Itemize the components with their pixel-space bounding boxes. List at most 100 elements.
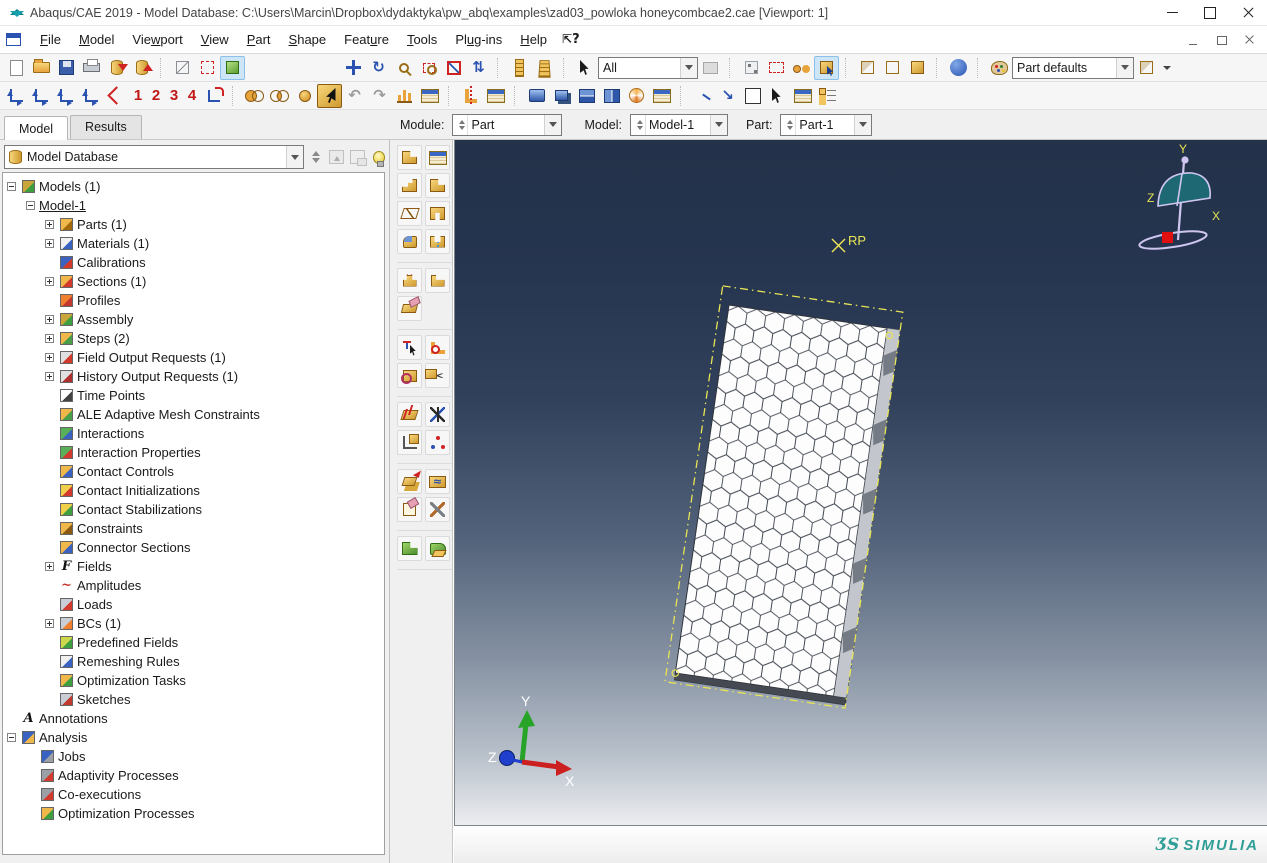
db-export-icon[interactable] bbox=[129, 56, 154, 80]
magnify-view-icon[interactable] bbox=[391, 56, 416, 80]
tree-item-optimization-processes[interactable]: Optimization Processes bbox=[3, 804, 384, 823]
partition-edge-button[interactable] bbox=[397, 469, 422, 494]
tree-item-interaction-properties[interactable]: Interaction Properties bbox=[3, 443, 384, 462]
annotation-options-icon[interactable] bbox=[815, 84, 840, 108]
menu-shape[interactable]: Shape bbox=[280, 28, 336, 51]
render-beam-profiles-icon[interactable] bbox=[507, 56, 532, 80]
combine-union-icon[interactable] bbox=[242, 84, 267, 108]
viewport-tile-vertical-icon[interactable] bbox=[599, 84, 624, 108]
viewport-close-icon[interactable] bbox=[1243, 34, 1257, 46]
tree-item-analysis[interactable]: Analysis bbox=[3, 728, 384, 747]
cube-view-wire-icon[interactable] bbox=[855, 56, 880, 80]
set-root-icon[interactable] bbox=[329, 150, 344, 164]
custom-views-icon[interactable] bbox=[201, 84, 226, 108]
module-select[interactable]: Part bbox=[452, 114, 562, 136]
probe-arrow-icon[interactable] bbox=[317, 84, 342, 108]
tree-item-annotations[interactable]: AAnnotations bbox=[3, 709, 384, 728]
dropdown-caret-icon[interactable] bbox=[1163, 66, 1171, 74]
expander-plus-icon[interactable] bbox=[45, 619, 54, 628]
solid-revolve-button[interactable] bbox=[425, 173, 450, 198]
view-iso-icon[interactable] bbox=[104, 84, 129, 108]
tree-item-steps-2[interactable]: Steps (2) bbox=[3, 329, 384, 348]
solid-cut-button[interactable] bbox=[425, 201, 450, 226]
tree-item-profiles[interactable]: Profiles bbox=[3, 291, 384, 310]
tree-item-optimization-tasks[interactable]: Optimization Tasks bbox=[3, 671, 384, 690]
expander-plus-icon[interactable] bbox=[45, 334, 54, 343]
geometry-edit-button[interactable] bbox=[397, 363, 422, 388]
tree-item-time-points[interactable]: Time Points bbox=[3, 386, 384, 405]
free-body-cut-icon[interactable] bbox=[458, 84, 483, 108]
render-shaded-icon[interactable] bbox=[220, 56, 245, 80]
delete-feature-button[interactable] bbox=[397, 296, 422, 321]
edit-vertex-button[interactable] bbox=[425, 335, 450, 360]
print-icon[interactable] bbox=[79, 56, 104, 80]
tree-item-assembly[interactable]: Assembly bbox=[3, 310, 384, 329]
create-datum-point-button[interactable] bbox=[425, 430, 450, 455]
solid-round-button[interactable] bbox=[397, 229, 422, 254]
menu-model[interactable]: Model bbox=[70, 28, 123, 51]
open-file-icon[interactable] bbox=[29, 56, 54, 80]
database-selector[interactable]: Model Database bbox=[4, 145, 304, 169]
tree-item-materials-1[interactable]: Materials (1) bbox=[3, 234, 384, 253]
annotation-manager-icon[interactable] bbox=[790, 84, 815, 108]
menu-help[interactable]: Help bbox=[511, 28, 556, 51]
tree-item-contact-initializations[interactable]: Contact Initializations bbox=[3, 481, 384, 500]
menu-tools[interactable]: Tools bbox=[398, 28, 446, 51]
tree-item-sketches[interactable]: Sketches bbox=[3, 690, 384, 709]
model-select[interactable]: Model-1 bbox=[630, 114, 728, 136]
database-dropdown-icon[interactable] bbox=[286, 146, 303, 168]
display-group-manager-icon[interactable] bbox=[417, 84, 442, 108]
apply-view-1-button[interactable]: 1 bbox=[129, 84, 147, 108]
expander-minus-icon[interactable] bbox=[7, 733, 16, 742]
context-help-icon[interactable]: ⇱? bbox=[562, 32, 580, 47]
tree-item-predefined-fields[interactable]: Predefined Fields bbox=[3, 633, 384, 652]
tab-results[interactable]: Results bbox=[70, 115, 142, 139]
viewport-system-icon[interactable] bbox=[6, 33, 21, 46]
part-spinner[interactable] bbox=[785, 115, 796, 135]
apply-view-3-button[interactable]: 3 bbox=[165, 84, 183, 108]
drag-select-rectangle-icon[interactable] bbox=[764, 56, 789, 80]
part-select[interactable]: Part-1 bbox=[780, 114, 872, 136]
text-style-icon[interactable] bbox=[740, 84, 765, 108]
expander-plus-icon[interactable] bbox=[45, 353, 54, 362]
viewport-cascade-icon[interactable] bbox=[549, 84, 574, 108]
model-spinner[interactable] bbox=[635, 115, 646, 135]
cycle-views-icon[interactable]: ⇅ bbox=[466, 56, 491, 80]
sync-viewport-icon[interactable] bbox=[350, 150, 365, 164]
render-hidden-icon[interactable] bbox=[195, 56, 220, 80]
feature-translate-button[interactable] bbox=[425, 268, 450, 293]
tree-item-interactions[interactable]: Interactions bbox=[3, 424, 384, 443]
tree-item-model-1[interactable]: Model-1 bbox=[3, 196, 384, 215]
color-code-cube-icon[interactable] bbox=[1134, 56, 1159, 80]
redo-icon[interactable]: ↷ bbox=[367, 84, 392, 108]
viewport-restore-icon[interactable] bbox=[1215, 34, 1229, 46]
highlight-group-icon[interactable] bbox=[739, 56, 764, 80]
annotate-text-icon[interactable] bbox=[690, 84, 715, 108]
color-code-target-dropdown-icon[interactable] bbox=[1116, 58, 1133, 78]
edit-annotations-cursor-icon[interactable] bbox=[765, 84, 790, 108]
reference-point-marker[interactable]: RP bbox=[832, 233, 866, 252]
shell-planar-button[interactable] bbox=[397, 201, 422, 226]
tree-item-field-output-requests-1[interactable]: Field Output Requests (1) bbox=[3, 348, 384, 367]
select-entities-dots-icon[interactable] bbox=[789, 56, 814, 80]
menu-feature[interactable]: Feature bbox=[335, 28, 398, 51]
render-shell-thickness-icon[interactable] bbox=[532, 56, 557, 80]
pan-view-icon[interactable] bbox=[341, 56, 366, 80]
rotate-view-icon[interactable]: ↻ bbox=[366, 56, 391, 80]
repair-tools-button[interactable] bbox=[425, 497, 450, 522]
tree-item-amplitudes[interactable]: ~Amplitudes bbox=[3, 576, 384, 595]
query-information-icon[interactable] bbox=[946, 56, 971, 80]
apply-view-4-button[interactable]: 4 bbox=[183, 84, 201, 108]
viewport-minimize-icon[interactable] bbox=[1187, 34, 1201, 46]
viewport-manager-icon[interactable] bbox=[649, 84, 674, 108]
tree-item-fields[interactable]: FFields bbox=[3, 557, 384, 576]
tree-item-models-1[interactable]: Models (1) bbox=[3, 177, 384, 196]
tree-item-remeshing-rules[interactable]: Remeshing Rules bbox=[3, 652, 384, 671]
part-manager-button[interactable] bbox=[425, 145, 450, 170]
view-front-icon[interactable] bbox=[4, 84, 29, 108]
viewport-maximize-icon[interactable] bbox=[524, 84, 549, 108]
tree-item-bcs-1[interactable]: BCs (1) bbox=[3, 614, 384, 633]
create-reference-point-button[interactable] bbox=[397, 335, 422, 360]
view-back-icon[interactable] bbox=[29, 84, 54, 108]
cube-view-hidden-icon[interactable] bbox=[880, 56, 905, 80]
